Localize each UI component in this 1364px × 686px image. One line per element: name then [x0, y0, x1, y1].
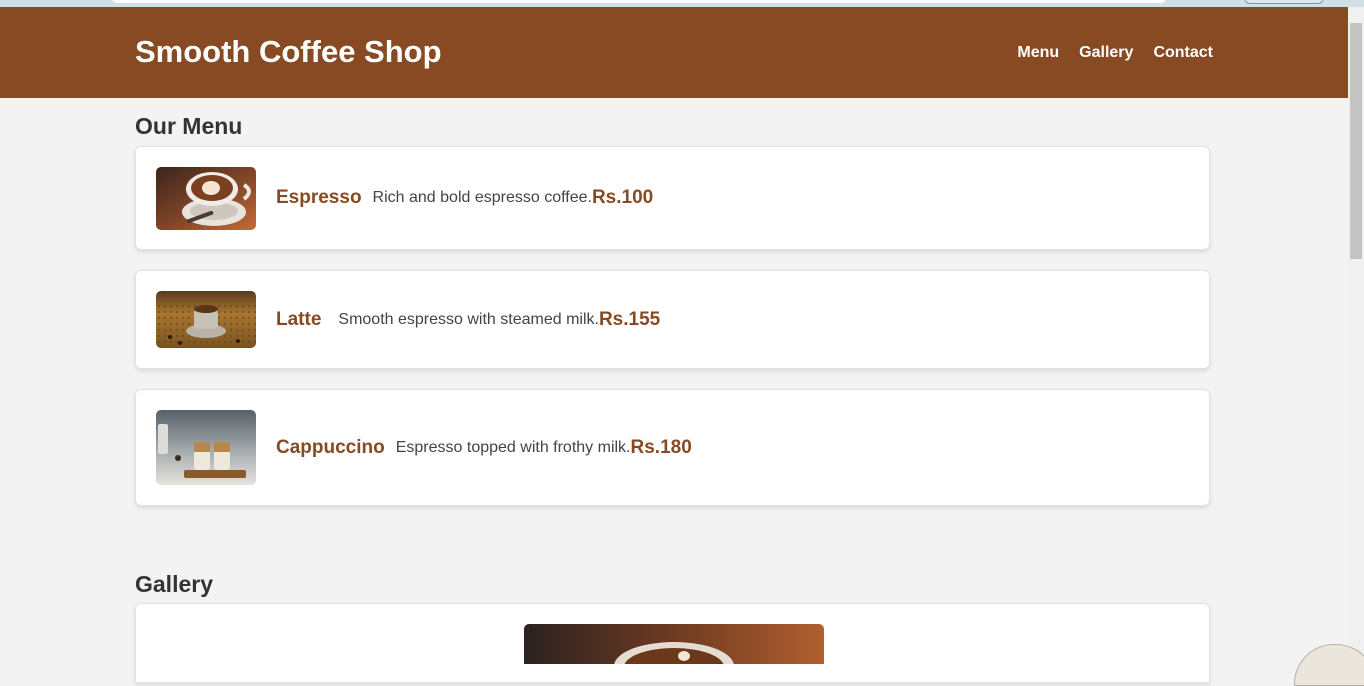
menu-item-card: Cappuccino Espresso topped with frothy m… — [135, 389, 1210, 506]
nav-link-contact[interactable]: Contact — [1153, 44, 1213, 62]
corner-widget[interactable] — [1294, 644, 1364, 686]
gallery-card — [135, 603, 1210, 683]
menu-heading: Our Menu — [135, 113, 243, 139]
scrollbar-thumb[interactable] — [1350, 23, 1362, 259]
site-header: Smooth Coffee Shop Menu Gallery Contact — [0, 7, 1348, 98]
site-title: Smooth Coffee Shop — [135, 34, 442, 69]
address-bar[interactable] — [112, 0, 1166, 3]
cappuccino-image — [156, 410, 256, 485]
browser-button[interactable] — [1244, 0, 1324, 4]
menu-item-name: Espresso — [276, 187, 362, 208]
menu-item-price: Rs.100 — [591, 187, 654, 208]
menu-item-name: Latte — [276, 308, 322, 330]
menu-item-card: Espresso Rich and bold espresso coffee. … — [135, 146, 1210, 250]
menu-item-card: Latte Smooth espresso with steamed milk.… — [135, 270, 1210, 369]
menu-item-price: Rs.155 — [598, 308, 661, 330]
browser-chrome-strip — [0, 0, 1364, 7]
nav-link-gallery[interactable]: Gallery — [1079, 44, 1133, 62]
latte-image — [156, 291, 256, 348]
espresso-image — [156, 166, 256, 230]
gallery-image — [524, 624, 824, 664]
menu-item-description: Rich and bold espresso coffee. — [372, 189, 592, 206]
main-nav: Menu Gallery Contact — [1017, 44, 1213, 62]
menu-item-description: Espresso topped with frothy milk. — [395, 438, 631, 456]
menu-item-name: Cappuccino — [276, 436, 385, 458]
page-scrollbar[interactable] — [1348, 7, 1364, 656]
gallery-heading: Gallery — [135, 571, 213, 597]
menu-item-price: Rs.180 — [630, 436, 692, 458]
menu-item-description: Smooth espresso with steamed milk. — [338, 310, 599, 328]
nav-link-menu[interactable]: Menu — [1017, 44, 1059, 62]
